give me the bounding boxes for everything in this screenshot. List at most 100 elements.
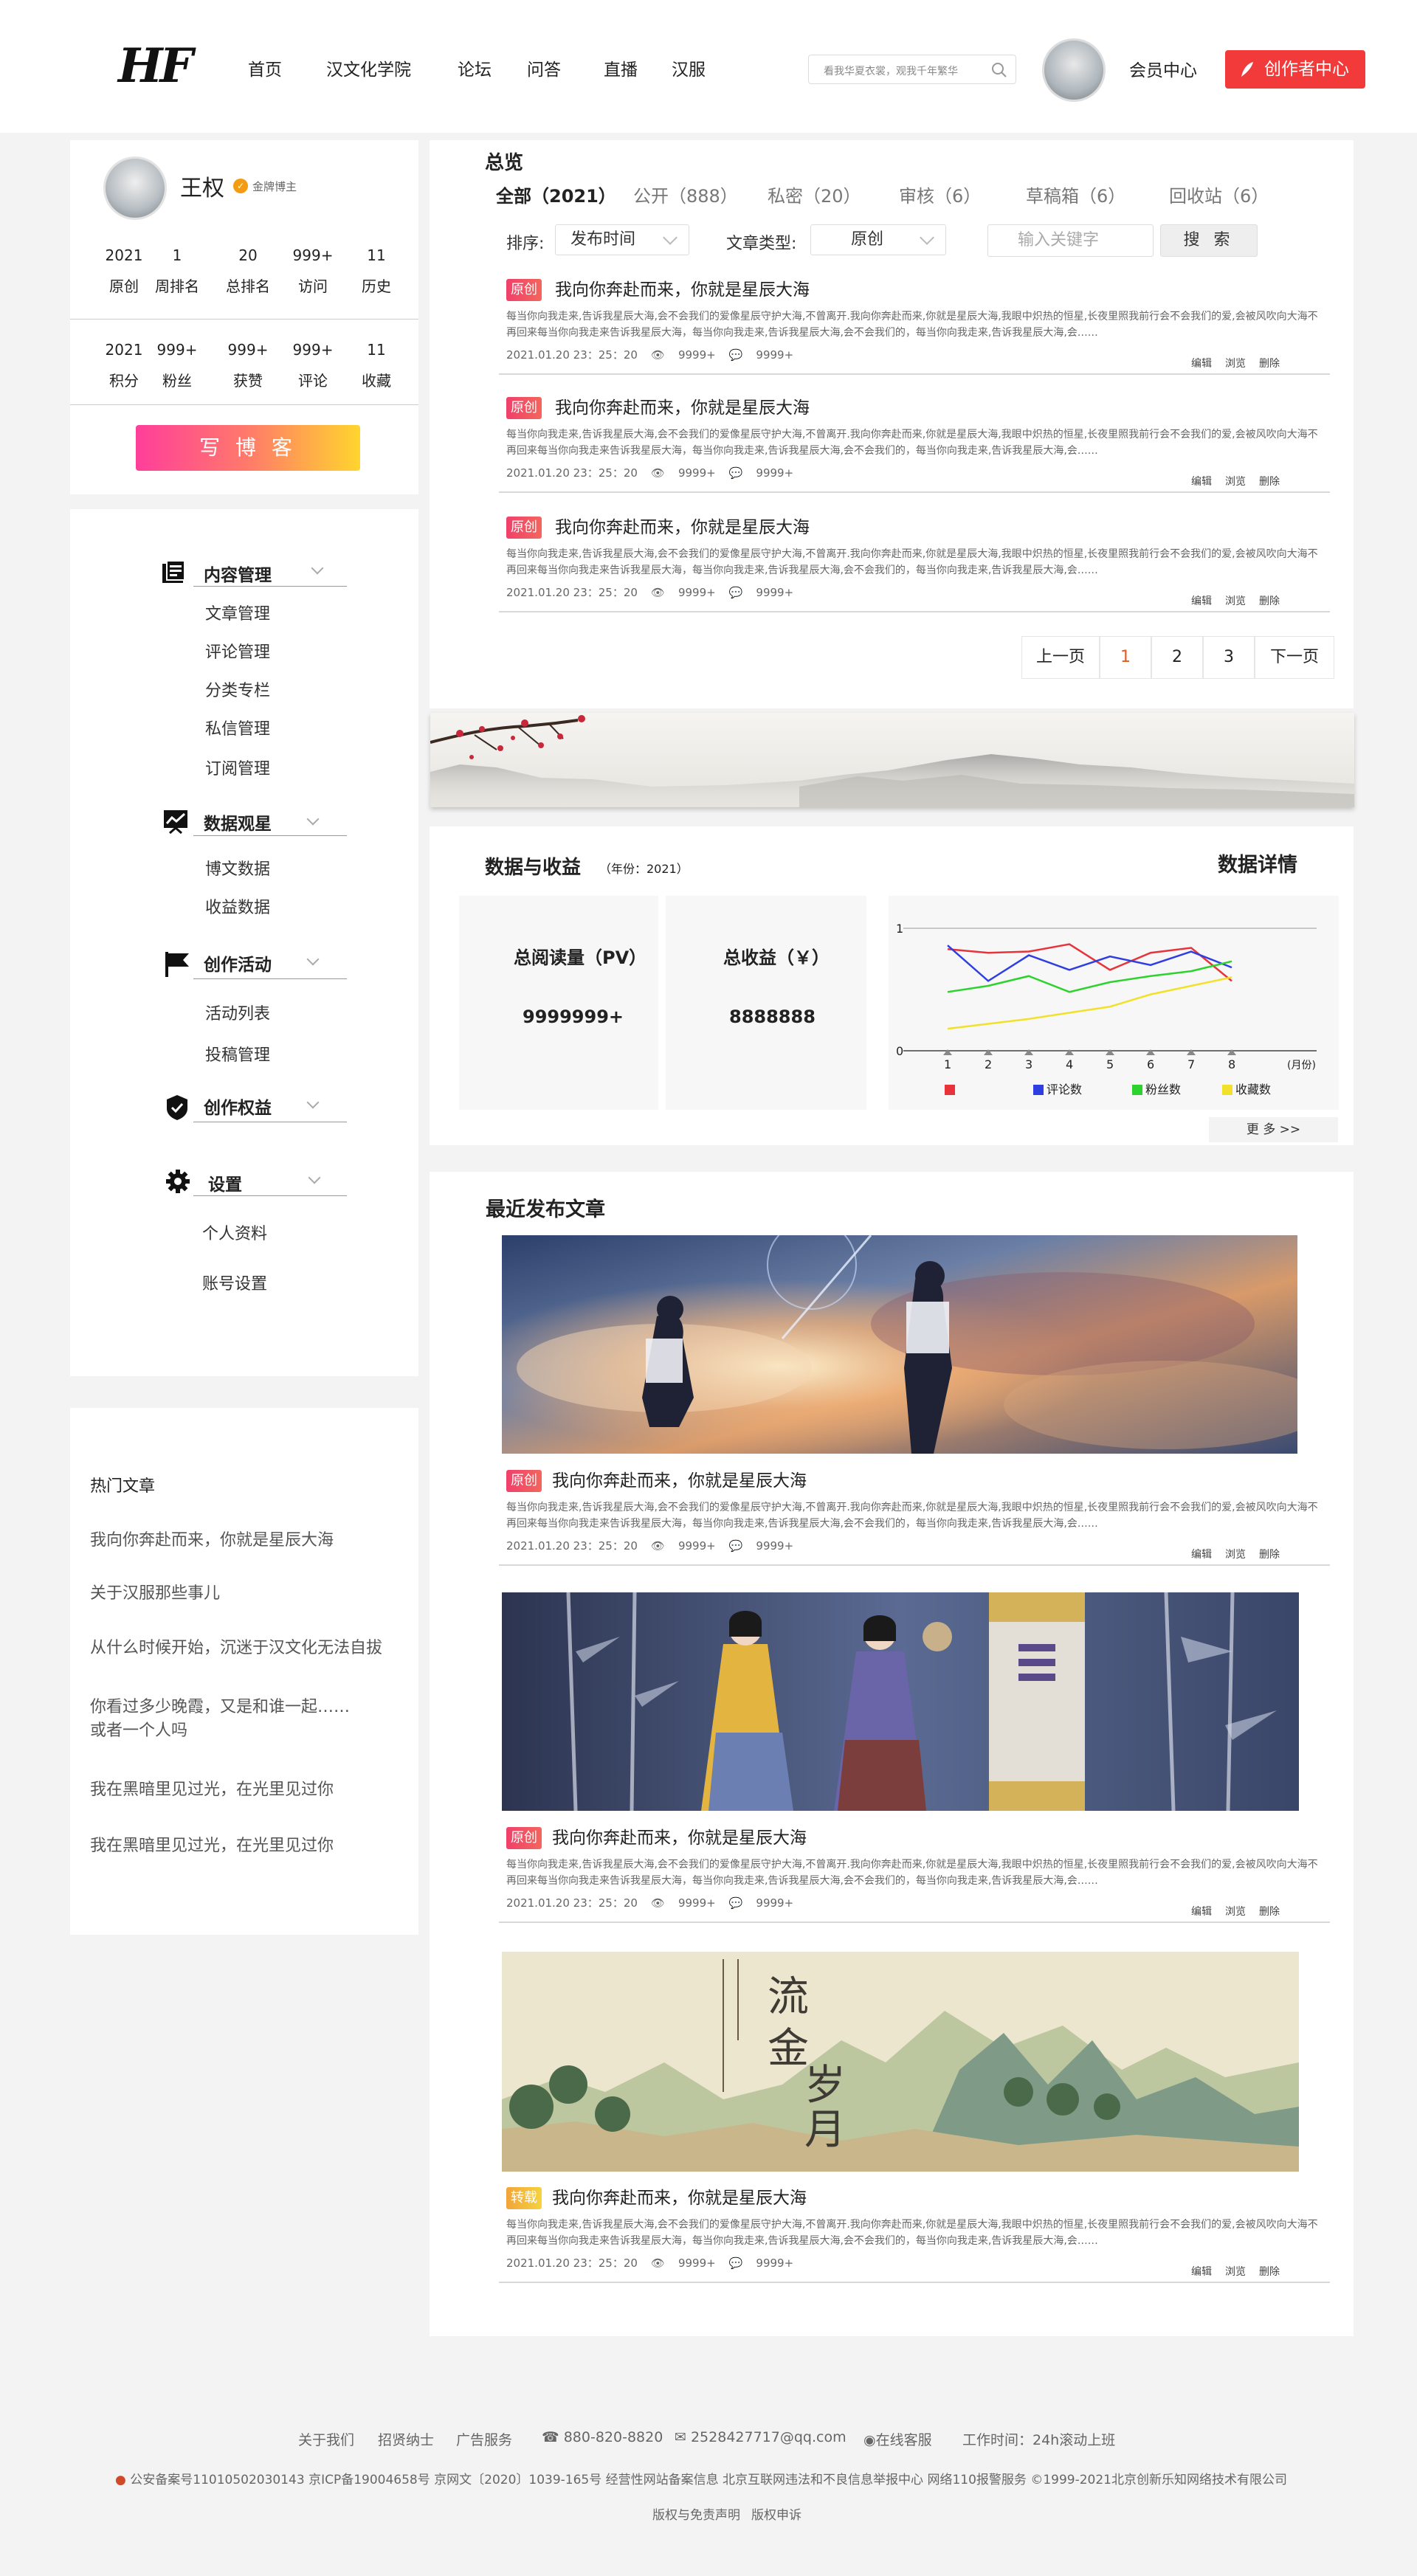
tab-drafts[interactable]: 草稿箱（6）	[1026, 182, 1125, 207]
tab-recycle-bin[interactable]: 回收站（6）	[1169, 182, 1269, 207]
article-row[interactable]: 原创 我向你奔赴而来，你就是星辰大海 每当你向我走来,告诉我星辰大海,会不会我们…	[499, 1827, 1333, 1923]
stat-fans[interactable]: 999+ 粉丝	[148, 341, 207, 390]
menu-item-subscription-management[interactable]: 订阅管理	[205, 756, 270, 779]
search-button[interactable]: 搜 索	[1160, 224, 1258, 257]
footer-link-jobs[interactable]: 招贤纳士	[378, 2429, 434, 2449]
view-button[interactable]: 浏览	[1225, 1549, 1246, 1561]
footer-phone[interactable]: ☎ 880-820-8820	[542, 2429, 663, 2445]
more-button[interactable]: 更 多 >>	[1209, 1117, 1338, 1142]
write-blog-button[interactable]: 写 博 客	[136, 425, 360, 471]
delete-button[interactable]: 删除	[1259, 476, 1280, 488]
stat-total-rank[interactable]: 20 总排名	[218, 246, 277, 296]
tab-all[interactable]: 全部（2021）	[496, 182, 616, 207]
delete-button[interactable]: 删除	[1259, 1549, 1280, 1561]
menu-item-category-column[interactable]: 分类专栏	[205, 677, 270, 701]
edit-button[interactable]: 编辑	[1191, 2266, 1212, 2278]
edit-button[interactable]: 编辑	[1191, 476, 1212, 488]
hot-article-item[interactable]: 从什么时候开始，沉迷于汉文化无法自拔	[90, 1637, 382, 1660]
hot-article-item[interactable]: 你看过多少晚霞，又是和谁一起……	[90, 1696, 350, 1719]
delete-button[interactable]: 删除	[1259, 2266, 1280, 2278]
footer-legal-appeal[interactable]: 版权申诉	[751, 2504, 801, 2523]
footer-legal-disclaimer[interactable]: 版权与免责声明	[652, 2504, 740, 2523]
stat-weekly-rank[interactable]: 1 周排名	[148, 246, 207, 296]
page-3-button[interactable]: 3	[1203, 636, 1255, 679]
view-button[interactable]: 浏览	[1225, 595, 1246, 607]
menu-creation-activities[interactable]: 创作活动	[204, 950, 272, 976]
article-title[interactable]: 我向你奔赴而来，你就是星辰大海	[555, 397, 810, 419]
article-type-select[interactable]: 原创	[810, 224, 946, 255]
search-input[interactable]: 看我华夏衣裳，观我千年繁华	[808, 55, 1016, 84]
article-cover-image[interactable]: 流金岁月	[502, 1952, 1299, 2172]
article-row[interactable]: 原创 我向你奔赴而来，你就是星辰大海 每当你向我走来,告诉我星辰大海,会不会我们…	[499, 517, 1333, 612]
edit-button[interactable]: 编辑	[1191, 1906, 1212, 1918]
hot-article-item[interactable]: 关于汉服那些事儿	[90, 1582, 220, 1606]
menu-item-article-management[interactable]: 文章管理	[205, 601, 270, 624]
article-title[interactable]: 我向你奔赴而来，你就是星辰大海	[552, 1827, 807, 1849]
view-button[interactable]: 浏览	[1225, 1906, 1246, 1918]
tab-public[interactable]: 公开（888）	[633, 182, 738, 207]
article-cover-image[interactable]	[502, 1235, 1297, 1454]
nav-hanfu[interactable]: 汉服	[672, 58, 706, 83]
article-title[interactable]: 我向你奔赴而来，你就是星辰大海	[552, 2187, 807, 2209]
user-avatar[interactable]	[1042, 38, 1106, 102]
menu-creator-rights[interactable]: 创作权益	[204, 1094, 272, 1119]
article-title[interactable]: 我向你奔赴而来，你就是星辰大海	[555, 517, 810, 539]
search-icon[interactable]	[990, 61, 1008, 79]
menu-content-management[interactable]: 内容管理	[204, 561, 272, 586]
page-1-button[interactable]: 1	[1100, 636, 1151, 679]
menu-item-personal-profile[interactable]: 个人资料	[202, 1220, 267, 1244]
delete-button[interactable]: 删除	[1259, 595, 1280, 607]
page-2-button[interactable]: 2	[1151, 636, 1203, 679]
nav-forum[interactable]: 论坛	[458, 58, 492, 83]
nav-home[interactable]: 首页	[248, 58, 282, 83]
menu-item-account-settings[interactable]: 账号设置	[202, 1271, 267, 1294]
menu-data-insight[interactable]: 数据观星	[204, 809, 272, 835]
footer-email[interactable]: ✉ 2528427717@qq.com	[675, 2429, 847, 2445]
edit-button[interactable]: 编辑	[1191, 1549, 1212, 1561]
sort-select[interactable]: 发布时间	[555, 224, 689, 255]
article-cover-image[interactable]	[502, 1592, 1299, 1811]
tab-review[interactable]: 审核（6）	[899, 182, 981, 207]
article-row[interactable]: 原创 我向你奔赴而来，你就是星辰大海 每当你向我走来,告诉我星辰大海,会不会我们…	[499, 1470, 1333, 1566]
edit-button[interactable]: 编辑	[1191, 595, 1212, 607]
article-row[interactable]: 原创 我向你奔赴而来，你就是星辰大海 每当你向我走来,告诉我星辰大海,会不会我们…	[499, 279, 1333, 375]
stat-original[interactable]: 2021 原创	[94, 246, 154, 296]
view-button[interactable]: 浏览	[1225, 476, 1246, 488]
nav-qa[interactable]: 问答	[527, 58, 561, 83]
hot-article-item[interactable]: 我在黑暗里见过光，在光里见过你	[90, 1778, 334, 1802]
site-logo[interactable]: HF	[118, 38, 193, 94]
article-row[interactable]: 转载 我向你奔赴而来，你就是星辰大海 每当你向我走来,告诉我星辰大海,会不会我们…	[499, 2187, 1333, 2283]
stat-likes[interactable]: 999+ 获赞	[218, 341, 277, 390]
menu-item-comment-management[interactable]: 评论管理	[205, 639, 270, 663]
stat-favorites[interactable]: 11 收藏	[347, 341, 406, 390]
hot-article-item[interactable]: 我向你奔赴而来，你就是星辰大海	[90, 1529, 334, 1553]
profile-avatar[interactable]	[103, 156, 167, 220]
member-center-link[interactable]: 会员中心	[1129, 56, 1197, 81]
tab-private[interactable]: 私密（20）	[768, 182, 861, 207]
delete-button[interactable]: 删除	[1259, 358, 1280, 370]
footer-online-service[interactable]: ◉在线客服	[863, 2429, 932, 2449]
menu-item-message-management[interactable]: 私信管理	[205, 716, 270, 739]
keyword-input[interactable]: 输入关键字	[987, 224, 1154, 257]
stat-history[interactable]: 11 历史	[347, 246, 406, 296]
edit-button[interactable]: 编辑	[1191, 358, 1212, 370]
article-title[interactable]: 我向你奔赴而来，你就是星辰大海	[555, 279, 810, 301]
nav-hanculture-academy[interactable]: 汉文化学院	[326, 58, 411, 83]
hot-article-item[interactable]: 或者一个人吗	[90, 1719, 187, 1743]
stat-comments[interactable]: 999+ 评论	[283, 341, 342, 390]
footer-link-about[interactable]: 关于我们	[298, 2429, 354, 2449]
stat-points[interactable]: 2021 积分	[94, 341, 154, 390]
menu-item-income-data[interactable]: 收益数据	[205, 894, 270, 918]
view-button[interactable]: 浏览	[1225, 358, 1246, 370]
article-row[interactable]: 原创 我向你奔赴而来，你就是星辰大海 每当你向我走来,告诉我星辰大海,会不会我们…	[499, 397, 1333, 493]
menu-item-blog-data[interactable]: 博文数据	[205, 856, 270, 880]
article-title[interactable]: 我向你奔赴而来，你就是星辰大海	[552, 1470, 807, 1492]
prev-page-button[interactable]: 上一页	[1021, 636, 1100, 679]
menu-item-submission-management[interactable]: 投稿管理	[205, 1042, 270, 1066]
footer-link-ads[interactable]: 广告服务	[456, 2429, 512, 2449]
menu-item-activity-list[interactable]: 活动列表	[205, 1001, 270, 1024]
menu-settings[interactable]: 设置	[208, 1170, 242, 1195]
hot-article-item[interactable]: 我在黑暗里见过光，在光里见过你	[90, 1834, 334, 1858]
view-button[interactable]: 浏览	[1225, 2266, 1246, 2278]
nav-live[interactable]: 直播	[604, 58, 638, 83]
